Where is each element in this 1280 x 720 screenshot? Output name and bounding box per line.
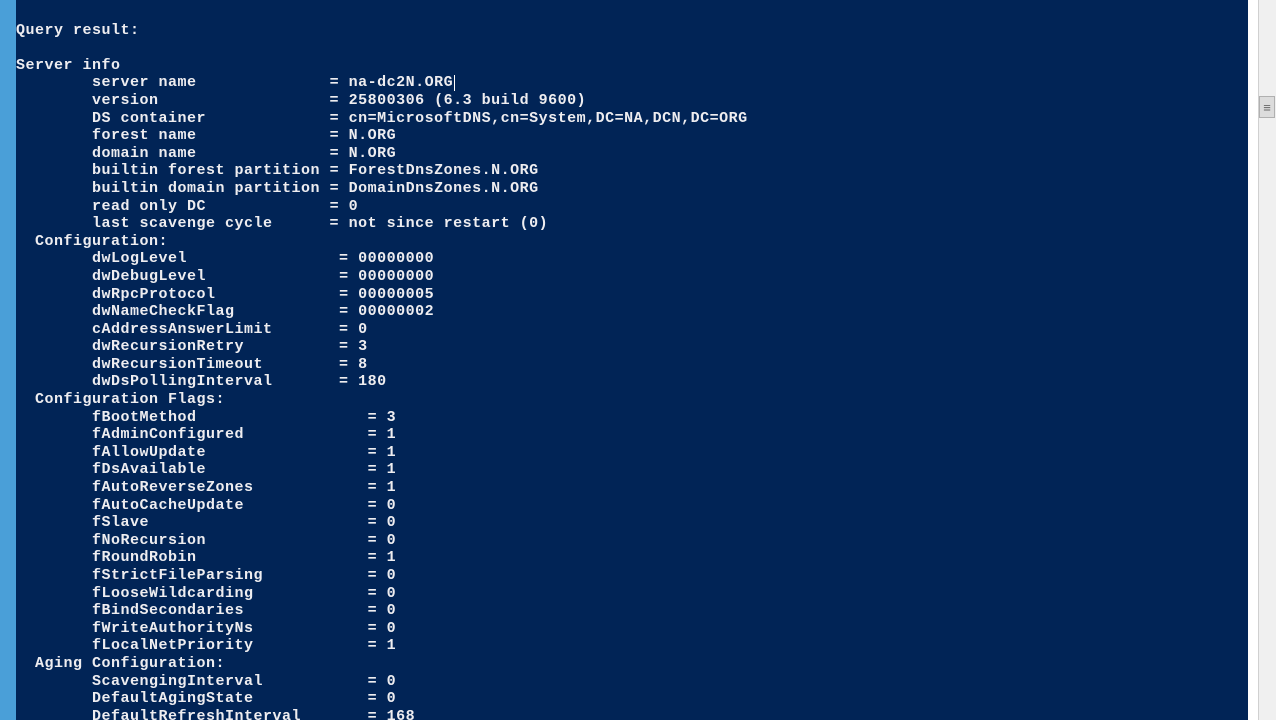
label-DefaultAgingState: DefaultAgingState [92,690,254,707]
value-dwRecursionTimeout: 8 [358,356,368,373]
value-read-only-dc: 0 [349,198,359,215]
label-fLocalNetPriority: fLocalNetPriority [92,637,254,654]
value-fAutoReverseZones: 1 [387,479,397,496]
label-fBindSecondaries: fBindSecondaries [92,602,244,619]
value-fNoRecursion: 0 [387,532,397,549]
label-last-scavenge: last scavenge cycle [92,215,273,232]
label-fAllowUpdate: fAllowUpdate [92,444,206,461]
label-dwDebugLevel: dwDebugLevel [92,268,206,285]
value-server-name: na-dc2N.ORG [349,74,454,91]
value-fLooseWildcarding: 0 [387,585,397,602]
value-builtin-forest: ForestDnsZones.N.ORG [349,162,539,179]
label-dwRpcProtocol: dwRpcProtocol [92,286,216,303]
text-cursor [454,75,455,91]
label-dwRecursionRetry: dwRecursionRetry [92,338,244,355]
value-fAutoCacheUpdate: 0 [387,497,397,514]
label-fBootMethod: fBootMethod [92,409,197,426]
value-domain-name: N.ORG [349,145,397,162]
label-fAdminConfigured: fAdminConfigured [92,426,244,443]
label-cAddressAnswerLimit: cAddressAnswerLimit [92,321,273,338]
value-last-scavenge: not since restart (0) [349,215,549,232]
label-fLooseWildcarding: fLooseWildcarding [92,585,254,602]
label-forest-name: forest name [92,127,197,144]
label-fNoRecursion: fNoRecursion [92,532,206,549]
label-dwRecursionTimeout: dwRecursionTimeout [92,356,263,373]
value-dwRecursionRetry: 3 [358,338,368,355]
value-dwNameCheckFlag: 00000002 [358,303,434,320]
value-fStrictFileParsing: 0 [387,567,397,584]
value-dwDsPollingInterval: 180 [358,373,387,390]
value-DefaultAgingState: 0 [387,690,397,707]
value-builtin-domain: DomainDnsZones.N.ORG [349,180,539,197]
label-fWriteAuthorityNs: fWriteAuthorityNs [92,620,254,637]
label-domain-name: domain name [92,145,197,162]
hamburger-icon: ≡ [1263,100,1271,115]
label-DefaultRefreshInterval: DefaultRefreshInterval [92,708,301,720]
label-dwDsPollingInterval: dwDsPollingInterval [92,373,273,390]
powershell-terminal[interactable]: Query result: Server info server name = … [16,0,1248,720]
value-fAdminConfigured: 1 [387,426,397,443]
value-version: 25800306 (6.3 build 9600) [349,92,587,109]
value-fDsAvailable: 1 [387,461,397,478]
label-fAutoReverseZones: fAutoReverseZones [92,479,254,496]
value-dwDebugLevel: 00000000 [358,268,434,285]
value-dwRpcProtocol: 00000005 [358,286,434,303]
value-fBootMethod: 3 [387,409,397,426]
query-result-header: Query result: [16,22,140,39]
value-forest-name: N.ORG [349,127,397,144]
label-fSlave: fSlave [92,514,149,531]
value-fRoundRobin: 1 [387,549,397,566]
label-builtin-forest: builtin forest partition [92,162,320,179]
value-fAllowUpdate: 1 [387,444,397,461]
value-DefaultRefreshInterval: 168 [387,708,416,720]
value-cAddressAnswerLimit: 0 [358,321,368,338]
label-ScavengingInterval: ScavengingInterval [92,673,263,690]
label-fRoundRobin: fRoundRobin [92,549,197,566]
label-read-only-dc: read only DC [92,198,206,215]
section-configuration: Configuration: [35,233,168,250]
value-ds-container: cn=MicrosoftDNS,cn=System,DC=NA,DCN,DC=O… [349,110,748,127]
value-ScavengingInterval: 0 [387,673,397,690]
window-right-margin: ≡ [1248,0,1280,720]
label-dwLogLevel: dwLogLevel [92,250,187,267]
label-fDsAvailable: fDsAvailable [92,461,206,478]
window-left-strip [0,0,16,720]
value-fLocalNetPriority: 1 [387,637,397,654]
label-server-name: server name [92,74,197,91]
value-fSlave: 0 [387,514,397,531]
section-config-flags: Configuration Flags: [35,391,225,408]
label-fStrictFileParsing: fStrictFileParsing [92,567,263,584]
value-fWriteAuthorityNs: 0 [387,620,397,637]
section-server-info: Server info [16,57,121,74]
scrollbar-thumb[interactable]: ≡ [1259,96,1275,118]
value-dwLogLevel: 00000000 [358,250,434,267]
label-fAutoCacheUpdate: fAutoCacheUpdate [92,497,244,514]
label-ds-container: DS container [92,110,206,127]
value-fBindSecondaries: 0 [387,602,397,619]
label-version: version [92,92,159,109]
section-aging: Aging Configuration: [35,655,225,672]
label-dwNameCheckFlag: dwNameCheckFlag [92,303,235,320]
label-builtin-domain: builtin domain partition [92,180,320,197]
